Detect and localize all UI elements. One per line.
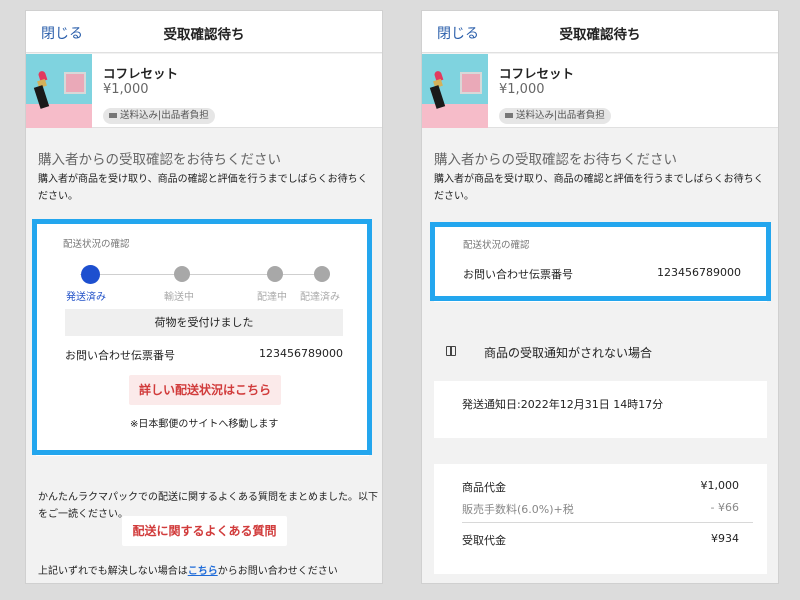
- shipping-badge: 送料込み|出品者負担: [103, 108, 215, 124]
- page-title: 受取確認待ち: [559, 27, 641, 43]
- highlight-box-tracking: [430, 222, 771, 301]
- page-title: 受取確認待ち: [163, 27, 245, 43]
- contact-note: 上記いずれでも解決しない場合はこちらからお問い合わせください: [38, 562, 338, 577]
- contact-link[interactable]: こちら: [188, 566, 218, 577]
- fee-label-payout: 受取代金: [462, 534, 506, 547]
- fee-label-item-price: 商品代金: [462, 481, 506, 494]
- shipping-badge: 送料込み|出品者負担: [499, 108, 611, 124]
- product-card[interactable]: コフレセット ¥1,000 送料込み|出品者負担: [422, 54, 778, 128]
- fee-breakdown-card: 商品代金 ¥1,000 販売手数料(6.0%)+税 - ¥66 受取代金 ¥93…: [434, 464, 767, 574]
- product-thumbnail: [26, 54, 92, 128]
- waiting-title: 購入者からの受取確認をお待ちください: [38, 152, 281, 168]
- fee-value-commission: - ¥66: [710, 501, 739, 514]
- shipping-badge-label: 送料込み|出品者負担: [516, 110, 605, 121]
- header-bar: 閉じる 受取確認待ち: [422, 11, 778, 53]
- fee-label-commission: 販売手数料(6.0%)+税: [462, 503, 574, 516]
- truck-icon: [109, 113, 117, 118]
- shipping-notice-date: 発送通知日:2022年12月31日 14時17分: [462, 398, 664, 411]
- waiting-description: 購入者が商品を受け取り、商品の確認と評価を行うまでしばらくお待ちください。: [38, 174, 368, 202]
- highlight-box-delivery: [32, 219, 372, 455]
- fee-divider: [462, 522, 753, 523]
- book-icon: [446, 346, 456, 356]
- product-name: コフレセット: [499, 66, 575, 81]
- product-card[interactable]: コフレセット ¥1,000 送料込み|出品者負担: [26, 54, 382, 128]
- product-price: ¥1,000: [103, 82, 149, 97]
- shipping-notice-card: 発送通知日:2022年12月31日 14時17分: [434, 381, 767, 438]
- receipt-notice-row[interactable]: 商品の受取通知がされない場合: [422, 331, 778, 373]
- product-name: コフレセット: [103, 66, 179, 81]
- product-thumbnail: [422, 54, 488, 128]
- contact-note-before: 上記いずれでも解決しない場合は: [38, 566, 188, 577]
- truck-icon: [505, 113, 513, 118]
- waiting-title: 購入者からの受取確認をお待ちください: [434, 152, 677, 168]
- faq-button[interactable]: 配送に関するよくある質問: [122, 516, 287, 546]
- header-bar: 閉じる 受取確認待ち: [26, 11, 382, 53]
- fee-value-payout: ¥934: [711, 532, 739, 545]
- fee-value-item-price: ¥1,000: [700, 479, 740, 492]
- waiting-description: 購入者が商品を受け取り、商品の確認と評価を行うまでしばらくお待ちください。: [434, 174, 764, 202]
- contact-note-after: からお問い合わせください: [217, 566, 338, 577]
- receipt-notice-label: 商品の受取通知がされない場合: [484, 346, 653, 360]
- product-price: ¥1,000: [499, 82, 545, 97]
- shipping-badge-label: 送料込み|出品者負担: [120, 110, 209, 121]
